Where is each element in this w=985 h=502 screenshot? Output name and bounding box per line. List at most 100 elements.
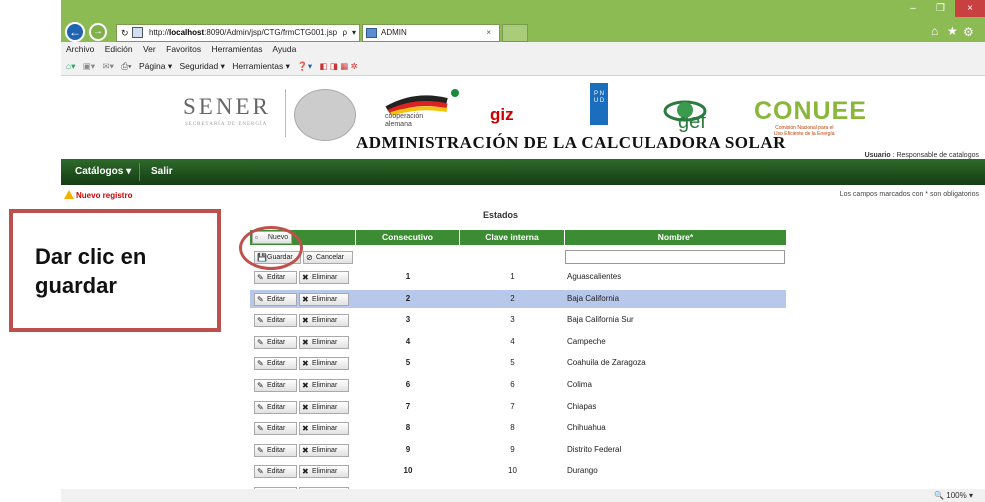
delete-icon: ✖	[302, 294, 309, 304]
tab-close-icon[interactable]: ×	[486, 25, 491, 41]
eliminar-button[interactable]: ✖Eliminar	[299, 379, 349, 392]
table-row[interactable]: ✎ Editar ✖ Eliminar 6 6 Colima	[250, 376, 786, 394]
menu-herramientas[interactable]: Herramientas	[211, 44, 262, 54]
nav-divider	[139, 163, 140, 181]
cell-consecutivo: 4	[405, 336, 411, 346]
menu-favoritos[interactable]: Favoritos	[166, 44, 201, 54]
mail-icon[interactable]: ✉▾	[102, 61, 113, 71]
header-nombre: Nombre*	[657, 232, 694, 242]
table-row[interactable]: ✎ Editar ✖ Eliminar 2 2 Baja California	[250, 289, 786, 308]
eliminar-button[interactable]: ✖Eliminar	[299, 292, 349, 306]
header-divider	[285, 89, 286, 137]
cooperacion-alemana-logo: cooperación alemana	[385, 87, 470, 137]
editar-button[interactable]: ✎Editar	[254, 357, 297, 371]
delete-icon: ✖	[302, 273, 309, 282]
instruction-callout: Dar clic en guardar	[9, 209, 221, 332]
addon-icon[interactable]: ◧ ◨ ▦ ✲	[320, 61, 358, 71]
editar-button[interactable]: ✎Editar	[254, 465, 297, 479]
table-row[interactable]: ✎ Editar ✖ Eliminar 4 4 Campeche	[250, 333, 786, 351]
browser-titlebar: ← → ↻ http://localhost:8090/Admin/jsp/CT…	[61, 0, 985, 42]
eliminar-button[interactable]: ✖Eliminar	[299, 271, 349, 284]
editar-button[interactable]: ✎Editar	[254, 271, 297, 284]
cell-clave-interna: 1	[510, 272, 515, 281]
nav-catalogos[interactable]: Catálogos ▾	[75, 166, 131, 177]
eliminar-label: Eliminar	[312, 317, 338, 325]
table-title: Estados	[483, 210, 519, 220]
forward-button[interactable]: →	[89, 23, 107, 41]
menu-archivo[interactable]: Archivo	[66, 44, 94, 54]
delete-icon: ✖	[302, 381, 309, 390]
nav-salir[interactable]: Salir	[151, 166, 173, 177]
zoom-level[interactable]: 100%	[946, 491, 966, 500]
undp-logo: P NU D	[590, 83, 608, 125]
favorites-star-icon[interactable]: ★	[947, 24, 958, 38]
cell-clave-interna: 4	[510, 336, 515, 346]
forward-icon: →	[93, 26, 103, 37]
eliminar-button[interactable]: ✖Eliminar	[299, 400, 349, 414]
eliminar-button[interactable]: ✖Eliminar	[299, 422, 349, 436]
eliminar-button[interactable]: ✖Eliminar	[299, 465, 349, 479]
editar-label: Editar	[267, 382, 286, 389]
cancelar-button[interactable]: ⊘ Cancelar	[303, 251, 353, 264]
tools-gear-icon[interactable]: ⚙	[963, 25, 974, 39]
cell-consecutivo: 8	[405, 423, 411, 433]
eliminar-button[interactable]: ✖Eliminar	[299, 443, 349, 457]
dropdown-arrow-icon[interactable]: ▾	[352, 25, 356, 41]
feeds-icon[interactable]: ▣▾	[83, 61, 95, 71]
user-value: : Responsable de catalogos	[892, 152, 979, 159]
table-row[interactable]: ✎ Editar ✖ Eliminar 10 10 Durango	[250, 462, 786, 480]
gef-logo: gef	[661, 95, 721, 135]
menu-ver[interactable]: Ver	[143, 44, 156, 54]
minimize-button[interactable]: –	[900, 0, 926, 17]
back-button[interactable]: ←	[65, 22, 85, 42]
address-bar[interactable]: ↻ http://localhost:8090/Admin/jsp/CTG/fr…	[116, 24, 360, 42]
home-cmd-icon[interactable]: ⌂▾	[66, 61, 75, 71]
table-row[interactable]: ✎ Editar ✖ Eliminar 9 9 Distrito Federal	[250, 441, 786, 459]
nombre-input[interactable]	[565, 250, 785, 264]
menu-ayuda[interactable]: Ayuda	[272, 44, 296, 54]
sener-subtitle: SECRETARÍA DE ENERGÍA	[185, 122, 268, 127]
cell-nombre: Colima	[567, 380, 592, 389]
editar-button[interactable]: ✎Editar	[254, 422, 297, 436]
eliminar-button[interactable]: ✖Eliminar	[299, 335, 349, 349]
editar-button[interactable]: ✎Editar	[254, 379, 297, 392]
editar-button[interactable]: ✎Editar	[254, 335, 297, 349]
cell-nombre: Baja California Sur	[567, 315, 634, 325]
tab-favicon-icon	[366, 28, 377, 38]
print-icon[interactable]: ⎙▾	[121, 61, 131, 71]
editar-button[interactable]: ✎Editar	[254, 314, 297, 328]
search-icon[interactable]: ρ	[342, 25, 347, 41]
close-button[interactable]: ×	[955, 0, 985, 17]
editar-label: Editar	[267, 295, 286, 303]
new-tab-button[interactable]	[502, 24, 528, 42]
home-icon[interactable]: ⌂	[931, 24, 938, 38]
refresh-icon[interactable]: ↻	[121, 27, 129, 39]
edit-icon: ✎	[257, 337, 264, 347]
cell-consecutivo: 5	[405, 358, 411, 368]
cmd-herramientas[interactable]: Herramientas ▾	[232, 61, 290, 71]
editar-label: Editar	[267, 317, 286, 325]
table-row[interactable]: ✎ Editar ✖ Eliminar 5 5 Coahuila de Zaragoza	[250, 354, 786, 372]
cell-consecutivo: 7	[405, 401, 411, 411]
table-row[interactable]: ✎ Editar ✖ Eliminar 3 3 Baja California Sur	[250, 311, 786, 329]
editar-label: Editar	[267, 338, 286, 346]
status-text: Nuevo registro	[76, 191, 133, 200]
delete-icon: ✖	[302, 359, 309, 369]
eliminar-button[interactable]: ✖Eliminar	[299, 314, 349, 328]
editar-button[interactable]: ✎Editar	[254, 400, 297, 414]
table-row[interactable]: ✎ Editar ✖ Eliminar 7 7 Chiapas	[250, 398, 786, 416]
edit-icon: ✎	[257, 381, 264, 390]
editar-button[interactable]: ✎Editar	[254, 443, 297, 457]
maximize-button[interactable]: ❐	[926, 0, 955, 17]
cell-nombre: Campeche	[567, 336, 606, 346]
table-row[interactable]: ✎ Editar ✖ Eliminar 8 8 Chihuahua	[250, 419, 786, 437]
editar-button[interactable]: ✎Editar	[254, 292, 297, 306]
cmd-seguridad[interactable]: Seguridad ▾	[179, 61, 224, 71]
tab-admin[interactable]: ADMIN ×	[362, 24, 500, 42]
menu-edicion[interactable]: Edición	[105, 44, 133, 54]
cmd-pagina[interactable]: Página ▾	[139, 61, 172, 71]
help-icon[interactable]: ❓▾	[297, 61, 312, 71]
zoom-icon: 🔍	[934, 491, 947, 500]
table-row[interactable]: ✎ Editar ✖ Eliminar 1 1 Aguascalientes	[250, 268, 786, 286]
eliminar-button[interactable]: ✖Eliminar	[299, 357, 349, 371]
